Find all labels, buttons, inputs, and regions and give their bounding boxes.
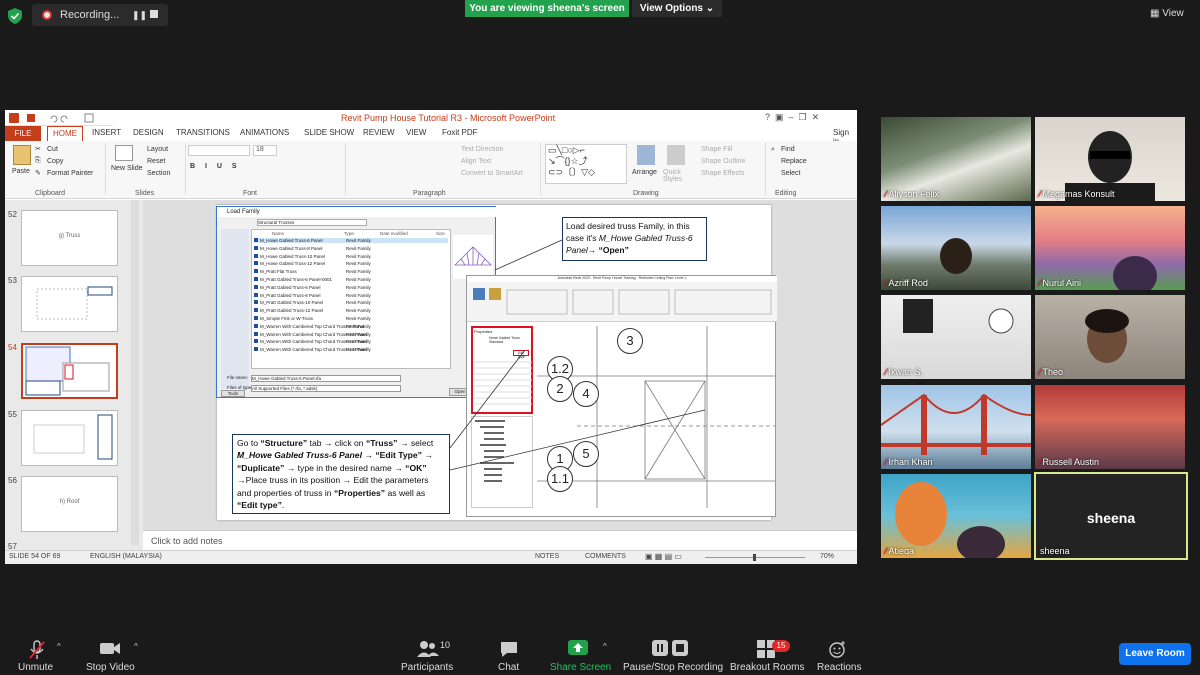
participant-tile[interactable]: ⁄ Azriff Rod [881, 206, 1031, 290]
audio-options-chevron-icon[interactable]: ^ [57, 642, 61, 651]
participant-name: sheena [1040, 546, 1070, 556]
muted-mic-icon: ⁄ [1039, 278, 1041, 288]
muted-mic-icon: ⁄ [885, 546, 887, 556]
muted-mic-icon: ⁄ [885, 457, 887, 467]
muted-mic-icon: ⁄ [885, 367, 887, 377]
shared-screen-powerpoint: Revit Pump House Tutorial R3 - Microsoft… [5, 110, 857, 564]
zoom-slider-thumb[interactable] [753, 554, 756, 561]
view-mode-icons[interactable]: ▣ ▦ ▤ ▭ [645, 552, 682, 561]
ppt-status-bar: SLIDE 54 OF 69 ENGLISH (MALAYSIA) NOTES … [5, 550, 857, 564]
muted-mic-icon: ⁄ [1039, 189, 1041, 199]
participants-button[interactable]: Participants [401, 662, 453, 673]
notes-pane[interactable]: Click to add notes [143, 530, 857, 550]
notes-placeholder: Click to add notes [151, 536, 223, 546]
chevron-down-icon: ⌄ [705, 3, 715, 14]
participant-name: ⁄ Russell Austin [1039, 457, 1100, 467]
video-options-chevron-icon[interactable]: ^ [134, 642, 138, 651]
reactions-icon[interactable] [828, 640, 848, 658]
participant-tile[interactable]: ⁄ Megamas Konsult [1035, 117, 1185, 201]
muted-mic-icon: ⁄ [885, 189, 887, 199]
muted-mic-icon: ⁄ [885, 278, 887, 288]
participant-tile[interactable]: ⁄ Ikwan S. [881, 295, 1031, 379]
meeting-toolbar: ^ Unmute ^ Stop Video 10 Participants Ch… [0, 632, 1200, 675]
callout-structure-steps: Go to “Structure” tab → click on “Truss”… [232, 434, 450, 514]
pause-stop-recording-button[interactable]: Pause/Stop Recording [623, 662, 723, 673]
chat-button[interactable]: Chat [498, 662, 519, 673]
viewing-screen-banner: You are viewing sheena's screen [465, 0, 629, 17]
muted-mic-icon: ⁄ [1039, 367, 1041, 377]
status-notes-button[interactable]: NOTES [535, 553, 559, 560]
breakout-rooms-button[interactable]: Breakout Rooms [730, 662, 804, 673]
view-options-button[interactable]: View Options ⌄ [632, 0, 722, 17]
participant-tile[interactable]: ⁄ Nurul Aini [1035, 206, 1185, 290]
participant-name: ⁄ Irhan Khan [885, 457, 933, 467]
callout-load-family: Load desired truss Family, in this case … [562, 217, 707, 261]
participant-tile[interactable]: ⁄ Theo [1035, 295, 1185, 379]
participant-display-name: sheena [1086, 510, 1136, 526]
breakout-badge: 15 [772, 640, 790, 652]
share-screen-icon[interactable] [568, 640, 588, 656]
share-screen-button[interactable]: Share Screen [550, 662, 611, 673]
status-language[interactable]: ENGLISH (MALAYSIA) [90, 553, 162, 560]
grid-view-icon: ▦ [1150, 8, 1160, 19]
stop-recording-icon[interactable] [150, 10, 158, 18]
muted-mic-icon[interactable] [28, 640, 46, 660]
muted-mic-icon: ⁄ [1039, 457, 1041, 467]
participants-count: 10 [440, 640, 451, 650]
recording-dot-icon [42, 10, 52, 20]
status-slide-count: SLIDE 54 OF 69 [9, 553, 61, 560]
chat-icon[interactable] [499, 640, 519, 658]
leave-room-button[interactable]: Leave Room [1119, 643, 1191, 665]
reactions-button[interactable]: Reactions [817, 662, 861, 673]
participant-name: ⁄ Atieqa [885, 546, 915, 556]
shield-icon[interactable] [8, 8, 22, 24]
view-options-label: View Options [639, 3, 703, 14]
video-camera-icon[interactable] [99, 640, 121, 656]
pause-recording-icon[interactable]: ❚❚ [132, 10, 147, 21]
status-comments-button[interactable]: COMMENTS [585, 553, 626, 560]
participant-tile[interactable]: ⁄ Irhan Khan [881, 385, 1031, 469]
participant-name: ⁄ Nurul Aini [1039, 278, 1082, 288]
view-button[interactable]: ▦ View [1150, 8, 1184, 19]
unmute-button[interactable]: Unmute [18, 662, 53, 673]
participant-tile[interactable]: ⁄ Atieqa [881, 474, 1031, 558]
participant-name: ⁄ Theo [1039, 367, 1064, 377]
participant-name: ⁄ Ikwan S. [885, 367, 924, 377]
view-label: View [1162, 8, 1184, 19]
status-zoom-level[interactable]: 70% [820, 553, 834, 560]
participant-name: ⁄ Allyson Felix [885, 189, 940, 199]
meeting-top-bar: Recording... ❚❚ You are viewing sheena's… [0, 0, 1200, 30]
recording-label: Recording... [60, 9, 120, 21]
share-options-chevron-icon[interactable]: ^ [603, 642, 607, 651]
participants-icon[interactable] [416, 640, 440, 658]
stop-video-button[interactable]: Stop Video [86, 662, 135, 673]
pause-stop-recording-icon[interactable] [652, 640, 690, 658]
participant-tile[interactable]: ⁄ Allyson Felix [881, 117, 1031, 201]
participant-tile-active-speaker[interactable]: sheena sheena [1034, 472, 1188, 560]
participant-tile[interactable]: ⁄ Russell Austin [1035, 385, 1185, 469]
participant-name: ⁄ Megamas Konsult [1039, 189, 1115, 199]
participant-name: ⁄ Azriff Rod [885, 278, 928, 288]
